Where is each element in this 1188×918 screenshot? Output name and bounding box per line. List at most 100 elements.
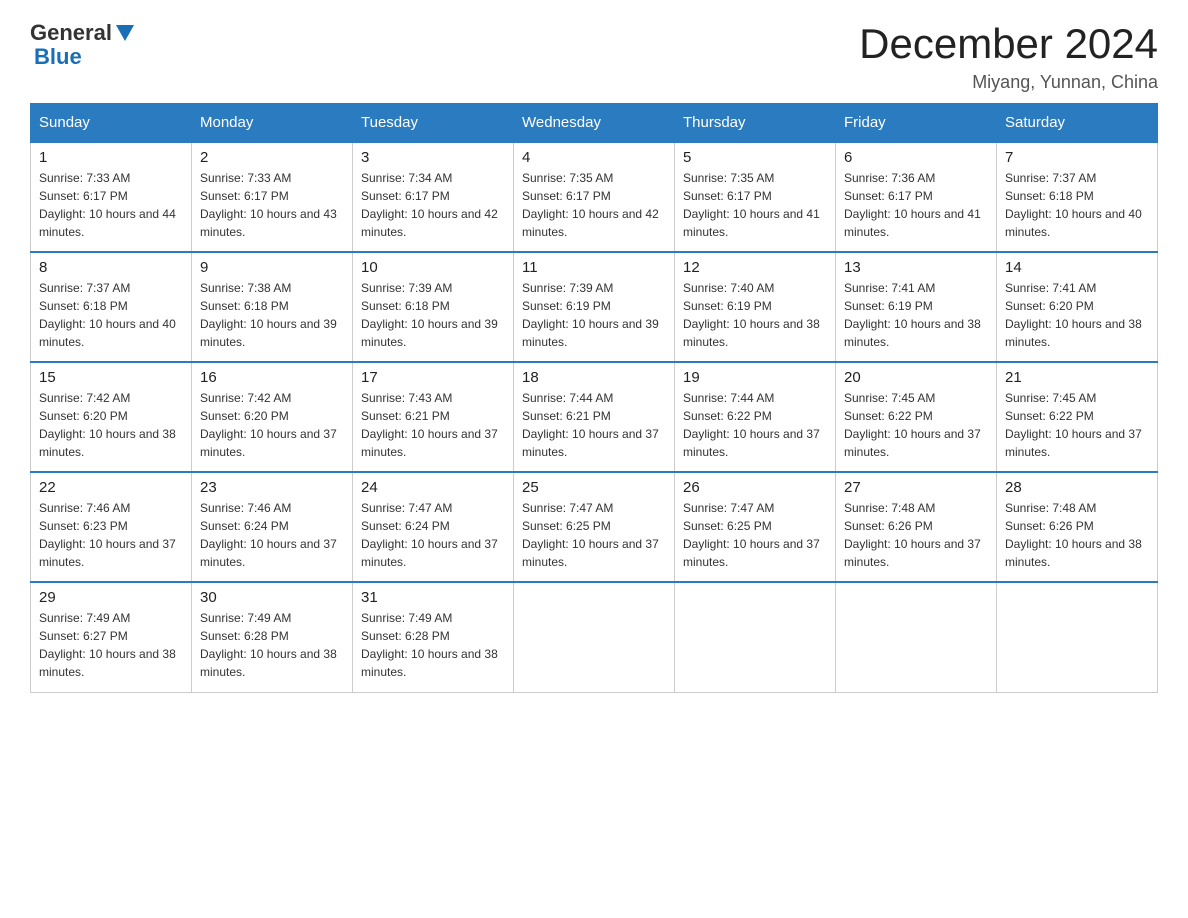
day-info: Sunrise: 7:46 AM Sunset: 6:23 PM Dayligh…: [39, 499, 183, 571]
day-number: 4: [522, 149, 666, 166]
day-number: 10: [361, 259, 505, 276]
day-number: 17: [361, 369, 505, 386]
day-number: 28: [1005, 479, 1149, 496]
calendar-cell: 23 Sunrise: 7:46 AM Sunset: 6:24 PM Dayl…: [192, 472, 353, 582]
day-number: 3: [361, 149, 505, 166]
day-header-tuesday: Tuesday: [353, 104, 514, 143]
calendar-cell: 22 Sunrise: 7:46 AM Sunset: 6:23 PM Dayl…: [31, 472, 192, 582]
day-number: 12: [683, 259, 827, 276]
calendar-cell: 21 Sunrise: 7:45 AM Sunset: 6:22 PM Dayl…: [997, 362, 1158, 472]
day-info: Sunrise: 7:41 AM Sunset: 6:19 PM Dayligh…: [844, 279, 988, 351]
day-info: Sunrise: 7:45 AM Sunset: 6:22 PM Dayligh…: [844, 389, 988, 461]
calendar-week-5: 29 Sunrise: 7:49 AM Sunset: 6:27 PM Dayl…: [31, 582, 1158, 692]
day-number: 6: [844, 149, 988, 166]
calendar-cell: 8 Sunrise: 7:37 AM Sunset: 6:18 PM Dayli…: [31, 252, 192, 362]
calendar-cell: 24 Sunrise: 7:47 AM Sunset: 6:24 PM Dayl…: [353, 472, 514, 582]
day-number: 25: [522, 479, 666, 496]
day-number: 8: [39, 259, 183, 276]
day-info: Sunrise: 7:45 AM Sunset: 6:22 PM Dayligh…: [1005, 389, 1149, 461]
day-number: 31: [361, 589, 505, 606]
day-info: Sunrise: 7:38 AM Sunset: 6:18 PM Dayligh…: [200, 279, 344, 351]
day-header-wednesday: Wednesday: [514, 104, 675, 143]
day-info: Sunrise: 7:44 AM Sunset: 6:21 PM Dayligh…: [522, 389, 666, 461]
day-number: 26: [683, 479, 827, 496]
calendar-cell: [675, 582, 836, 692]
day-number: 18: [522, 369, 666, 386]
calendar-cell: 29 Sunrise: 7:49 AM Sunset: 6:27 PM Dayl…: [31, 582, 192, 692]
calendar-cell: 30 Sunrise: 7:49 AM Sunset: 6:28 PM Dayl…: [192, 582, 353, 692]
calendar-cell: 1 Sunrise: 7:33 AM Sunset: 6:17 PM Dayli…: [31, 142, 192, 252]
calendar-cell: 10 Sunrise: 7:39 AM Sunset: 6:18 PM Dayl…: [353, 252, 514, 362]
day-info: Sunrise: 7:49 AM Sunset: 6:27 PM Dayligh…: [39, 609, 183, 681]
calendar-cell: 2 Sunrise: 7:33 AM Sunset: 6:17 PM Dayli…: [192, 142, 353, 252]
day-number: 9: [200, 259, 344, 276]
day-header-sunday: Sunday: [31, 104, 192, 143]
calendar-cell: 31 Sunrise: 7:49 AM Sunset: 6:28 PM Dayl…: [353, 582, 514, 692]
calendar-cell: 17 Sunrise: 7:43 AM Sunset: 6:21 PM Dayl…: [353, 362, 514, 472]
calendar-cell: 16 Sunrise: 7:42 AM Sunset: 6:20 PM Dayl…: [192, 362, 353, 472]
day-info: Sunrise: 7:46 AM Sunset: 6:24 PM Dayligh…: [200, 499, 344, 571]
day-info: Sunrise: 7:40 AM Sunset: 6:19 PM Dayligh…: [683, 279, 827, 351]
calendar-cell: 25 Sunrise: 7:47 AM Sunset: 6:25 PM Dayl…: [514, 472, 675, 582]
day-number: 29: [39, 589, 183, 606]
day-info: Sunrise: 7:35 AM Sunset: 6:17 PM Dayligh…: [522, 169, 666, 241]
day-number: 14: [1005, 259, 1149, 276]
day-info: Sunrise: 7:34 AM Sunset: 6:17 PM Dayligh…: [361, 169, 505, 241]
title-section: December 2024 Miyang, Yunnan, China: [859, 20, 1158, 93]
logo-arrow-icon: [116, 25, 134, 41]
day-number: 1: [39, 149, 183, 166]
day-info: Sunrise: 7:49 AM Sunset: 6:28 PM Dayligh…: [200, 609, 344, 681]
day-number: 27: [844, 479, 988, 496]
calendar-cell: 20 Sunrise: 7:45 AM Sunset: 6:22 PM Dayl…: [836, 362, 997, 472]
calendar-cell: [997, 582, 1158, 692]
day-info: Sunrise: 7:36 AM Sunset: 6:17 PM Dayligh…: [844, 169, 988, 241]
location-subtitle: Miyang, Yunnan, China: [859, 72, 1158, 93]
calendar-cell: 3 Sunrise: 7:34 AM Sunset: 6:17 PM Dayli…: [353, 142, 514, 252]
day-header-friday: Friday: [836, 104, 997, 143]
day-info: Sunrise: 7:33 AM Sunset: 6:17 PM Dayligh…: [39, 169, 183, 241]
calendar-week-2: 8 Sunrise: 7:37 AM Sunset: 6:18 PM Dayli…: [31, 252, 1158, 362]
calendar-cell: 13 Sunrise: 7:41 AM Sunset: 6:19 PM Dayl…: [836, 252, 997, 362]
day-info: Sunrise: 7:39 AM Sunset: 6:19 PM Dayligh…: [522, 279, 666, 351]
day-number: 15: [39, 369, 183, 386]
day-number: 30: [200, 589, 344, 606]
day-number: 22: [39, 479, 183, 496]
day-number: 21: [1005, 369, 1149, 386]
calendar-cell: 12 Sunrise: 7:40 AM Sunset: 6:19 PM Dayl…: [675, 252, 836, 362]
calendar-week-4: 22 Sunrise: 7:46 AM Sunset: 6:23 PM Dayl…: [31, 472, 1158, 582]
day-info: Sunrise: 7:48 AM Sunset: 6:26 PM Dayligh…: [1005, 499, 1149, 571]
calendar-cell: 15 Sunrise: 7:42 AM Sunset: 6:20 PM Dayl…: [31, 362, 192, 472]
calendar-week-3: 15 Sunrise: 7:42 AM Sunset: 6:20 PM Dayl…: [31, 362, 1158, 472]
day-info: Sunrise: 7:47 AM Sunset: 6:25 PM Dayligh…: [683, 499, 827, 571]
calendar-cell: 9 Sunrise: 7:38 AM Sunset: 6:18 PM Dayli…: [192, 252, 353, 362]
day-info: Sunrise: 7:37 AM Sunset: 6:18 PM Dayligh…: [39, 279, 183, 351]
calendar-cell: 26 Sunrise: 7:47 AM Sunset: 6:25 PM Dayl…: [675, 472, 836, 582]
day-info: Sunrise: 7:49 AM Sunset: 6:28 PM Dayligh…: [361, 609, 505, 681]
day-info: Sunrise: 7:47 AM Sunset: 6:25 PM Dayligh…: [522, 499, 666, 571]
day-number: 23: [200, 479, 344, 496]
calendar-week-1: 1 Sunrise: 7:33 AM Sunset: 6:17 PM Dayli…: [31, 142, 1158, 252]
calendar-cell: 7 Sunrise: 7:37 AM Sunset: 6:18 PM Dayli…: [997, 142, 1158, 252]
calendar-cell: 6 Sunrise: 7:36 AM Sunset: 6:17 PM Dayli…: [836, 142, 997, 252]
calendar-cell: 28 Sunrise: 7:48 AM Sunset: 6:26 PM Dayl…: [997, 472, 1158, 582]
day-number: 20: [844, 369, 988, 386]
calendar-cell: [836, 582, 997, 692]
logo: General Blue: [30, 20, 134, 70]
day-number: 11: [522, 259, 666, 276]
day-number: 19: [683, 369, 827, 386]
day-header-monday: Monday: [192, 104, 353, 143]
day-info: Sunrise: 7:42 AM Sunset: 6:20 PM Dayligh…: [39, 389, 183, 461]
day-number: 13: [844, 259, 988, 276]
day-info: Sunrise: 7:43 AM Sunset: 6:21 PM Dayligh…: [361, 389, 505, 461]
month-title: December 2024: [859, 20, 1158, 68]
calendar-header-row: SundayMondayTuesdayWednesdayThursdayFrid…: [31, 104, 1158, 143]
day-info: Sunrise: 7:42 AM Sunset: 6:20 PM Dayligh…: [200, 389, 344, 461]
day-number: 7: [1005, 149, 1149, 166]
day-number: 2: [200, 149, 344, 166]
page-header: General Blue December 2024 Miyang, Yunna…: [30, 20, 1158, 93]
day-info: Sunrise: 7:47 AM Sunset: 6:24 PM Dayligh…: [361, 499, 505, 571]
calendar-cell: 14 Sunrise: 7:41 AM Sunset: 6:20 PM Dayl…: [997, 252, 1158, 362]
calendar-cell: 11 Sunrise: 7:39 AM Sunset: 6:19 PM Dayl…: [514, 252, 675, 362]
day-info: Sunrise: 7:44 AM Sunset: 6:22 PM Dayligh…: [683, 389, 827, 461]
day-header-thursday: Thursday: [675, 104, 836, 143]
